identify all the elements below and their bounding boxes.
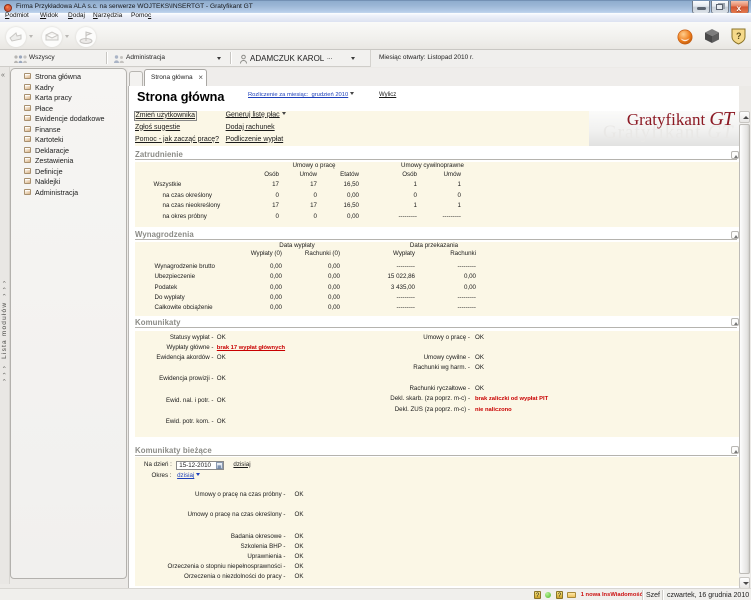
svg-text:?: ? — [736, 31, 742, 41]
